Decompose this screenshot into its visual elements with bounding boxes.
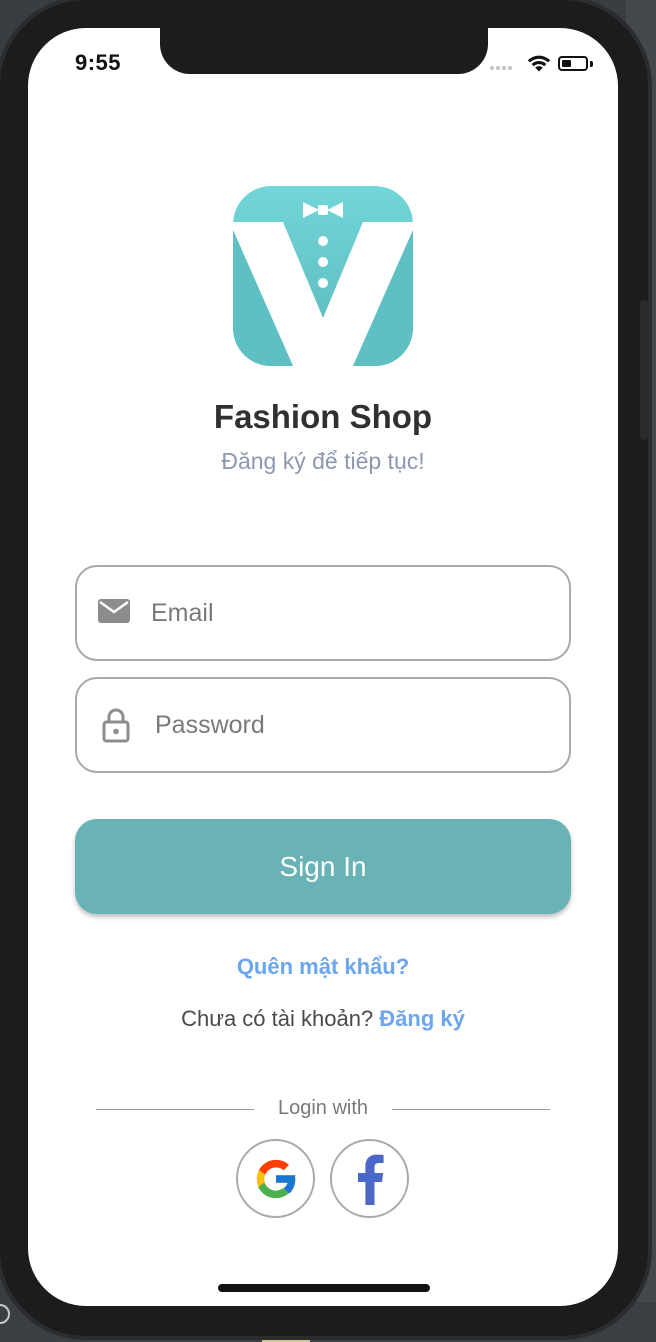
battery-icon xyxy=(558,56,588,71)
signup-row: Chưa có tài khoản? Đăng ký xyxy=(28,1006,618,1032)
app-title: Fashion Shop xyxy=(213,398,433,435)
forgot-password-link[interactable]: Quên mật khẩu? xyxy=(28,954,618,980)
signal-icon xyxy=(490,66,514,70)
sign-in-button[interactable]: Sign In xyxy=(75,819,571,914)
notch xyxy=(160,28,488,74)
email-field[interactable] xyxy=(75,565,571,661)
divider-line-right xyxy=(392,1109,550,1110)
password-input[interactable] xyxy=(155,701,555,749)
no-account-prompt: Chưa có tài khoản? xyxy=(181,1006,374,1031)
home-indicator[interactable] xyxy=(218,1284,430,1292)
login-with-label: Login with xyxy=(277,1097,369,1119)
facebook-login-button[interactable] xyxy=(330,1139,409,1218)
status-time: 9:55 xyxy=(75,50,122,75)
lock-icon xyxy=(102,708,130,743)
battery-tip xyxy=(590,61,593,67)
status-icons xyxy=(490,52,600,74)
phone-frame: 9:55 Fashion Shop Đăng ký để tiếp tục! E… xyxy=(0,0,648,1336)
email-input[interactable] xyxy=(151,589,551,637)
app-subtitle: Đăng ký để tiếp tục! xyxy=(221,448,425,474)
login-with-divider: Login with xyxy=(96,1097,550,1123)
divider-line-left xyxy=(96,1109,254,1110)
email-icon xyxy=(98,599,130,623)
app-screen: 9:55 Fashion Shop Đăng ký để tiếp tục! E… xyxy=(28,28,618,1306)
side-button xyxy=(640,300,648,440)
wifi-icon xyxy=(527,55,551,72)
password-field[interactable] xyxy=(75,677,571,773)
facebook-icon xyxy=(357,1154,384,1205)
google-login-button[interactable] xyxy=(236,1139,315,1218)
app-logo xyxy=(233,186,413,366)
google-icon xyxy=(256,1159,296,1198)
signup-link[interactable]: Đăng ký xyxy=(379,1006,465,1031)
